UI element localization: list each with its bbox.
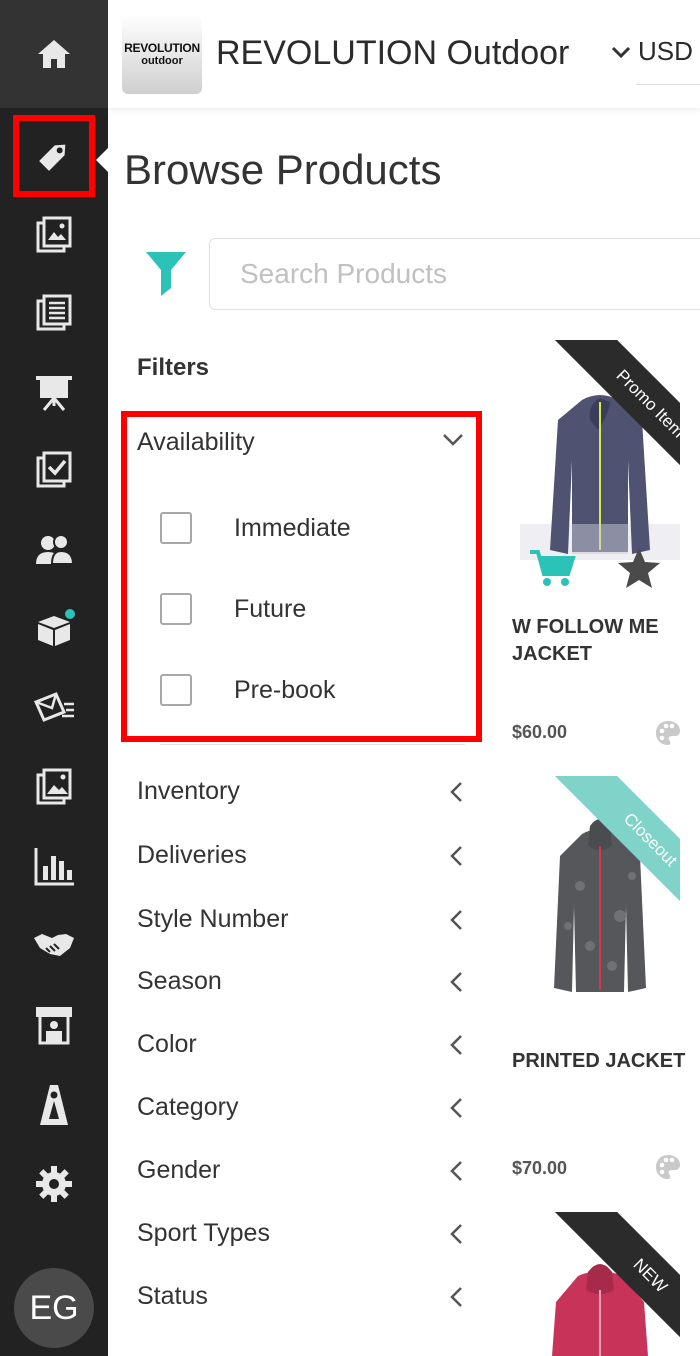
filter-label: Inventory <box>137 777 240 805</box>
ribbon-container: Closeout <box>520 776 680 936</box>
filter-divider <box>160 744 465 745</box>
currency-underline <box>636 84 700 85</box>
checkbox-future-label[interactable]: Future <box>234 595 306 624</box>
home-icon <box>38 40 70 68</box>
mail-icon <box>33 692 74 722</box>
filter-label: Status <box>137 1282 208 1310</box>
checkbox-pre-book[interactable] <box>160 674 192 706</box>
filter-status[interactable]: Status <box>137 1278 467 1318</box>
sidebar-item-orders[interactable] <box>0 440 108 500</box>
chevron-left-icon <box>450 782 462 802</box>
filter-label: Color <box>137 1030 197 1058</box>
chevron-left-icon <box>450 910 462 930</box>
notification-dot <box>65 609 75 619</box>
sidebar-item-home[interactable] <box>0 0 108 108</box>
chevron-left-icon <box>450 1287 462 1307</box>
checkbox-immediate[interactable] <box>160 512 192 544</box>
brand-name[interactable]: REVOLUTION Outdoor <box>216 34 569 73</box>
filters-heading: Filters <box>137 354 210 381</box>
presentation-icon <box>36 376 72 411</box>
chevron-left-icon <box>450 1161 462 1181</box>
add-to-cart-icon[interactable] <box>528 548 576 588</box>
favorite-star-icon[interactable] <box>616 546 662 590</box>
filter-label: Gender <box>137 1156 221 1184</box>
product-price: $70.00 <box>512 1158 568 1178</box>
sidebar-item-customers[interactable] <box>0 520 108 580</box>
filter-color[interactable]: Color <box>137 1026 467 1066</box>
chevron-down-icon[interactable] <box>610 44 632 60</box>
filter-season[interactable]: Season <box>137 963 467 1003</box>
filter-inventory[interactable]: Inventory <box>137 773 467 813</box>
sidebar-item-messages[interactable] <box>0 678 108 738</box>
palette-icon[interactable] <box>654 1153 682 1181</box>
user-avatar[interactable]: EG <box>14 1268 94 1348</box>
ribbon-new: NEW <box>549 1212 680 1356</box>
page-title: Browse Products <box>124 146 442 193</box>
filter-label: Style Number <box>137 905 289 933</box>
checkbox-pre-book-label[interactable]: Pre-book <box>234 676 335 705</box>
product-name[interactable]: PRINTED JACKET <box>512 1048 692 1075</box>
app-root: EG REVOLUTION outdoor REVOLUTION Outdoor… <box>0 0 700 1356</box>
checkbox-immediate-label[interactable]: Immediate <box>234 514 351 543</box>
palette-icon[interactable] <box>654 719 682 747</box>
filter-gender[interactable]: Gender <box>137 1152 467 1192</box>
list-icon <box>36 294 72 331</box>
gear-icon <box>36 1166 72 1202</box>
chevron-left-icon <box>450 1224 462 1244</box>
product-card[interactable]: Promo Item W FOLLOW ME JACKET $60.00 <box>500 340 700 770</box>
box-icon <box>38 609 75 646</box>
chart-icon <box>34 848 74 886</box>
filter-category[interactable]: Category <box>137 1089 467 1129</box>
filter-availability-label[interactable]: Availability <box>137 428 255 457</box>
chevron-down-icon[interactable] <box>441 432 465 448</box>
sidebar-item-reports[interactable] <box>0 836 108 896</box>
sidebar-item-catalogs[interactable] <box>0 205 108 265</box>
product-price: $60.00 <box>512 722 568 742</box>
filter-deliveries[interactable]: Deliveries <box>137 837 467 877</box>
filter-label: Category <box>137 1093 239 1121</box>
active-nav-caret <box>96 148 108 172</box>
search-input[interactable] <box>209 238 700 310</box>
logo-line-1: REVOLUTION <box>124 41 200 55</box>
chevron-left-icon <box>450 972 462 992</box>
ribbon-closeout: Closeout <box>549 776 680 936</box>
product-card[interactable]: NEW <box>500 1212 700 1356</box>
users-icon <box>36 534 75 565</box>
top-header: REVOLUTION outdoor REVOLUTION Outdoor US… <box>108 0 700 108</box>
sidebar-item-showroom[interactable] <box>0 995 108 1055</box>
filter-label: Season <box>137 967 222 995</box>
checkbox-future[interactable] <box>160 593 192 625</box>
sidebar: EG <box>0 0 108 1356</box>
product-card[interactable]: Closeout PRINTED JACKET $70.00 <box>500 776 700 1206</box>
images-icon <box>36 768 72 805</box>
checklist-icon <box>36 451 72 488</box>
sidebar-item-linesheets[interactable] <box>0 283 108 343</box>
logo-line-2: outdoor <box>141 55 183 67</box>
ribbon-container: Promo Item <box>520 340 680 500</box>
chevron-left-icon <box>450 846 462 866</box>
mannequin-icon <box>40 1085 68 1125</box>
sidebar-item-deals[interactable] <box>0 914 108 974</box>
filter-label: Deliveries <box>137 841 247 869</box>
ribbon-promo-item: Promo Item <box>549 340 680 500</box>
catalog-icon <box>36 216 72 253</box>
sidebar-item-settings[interactable] <box>0 1154 108 1214</box>
sidebar-item-presentations[interactable] <box>0 362 108 422</box>
brand-logo[interactable]: REVOLUTION outdoor <box>122 14 202 94</box>
currency-selector[interactable]: USD <box>638 36 693 67</box>
filter-icon[interactable] <box>146 250 186 296</box>
active-nav-highlight <box>13 115 95 197</box>
product-name[interactable]: W FOLLOW ME JACKET <box>512 614 692 668</box>
ribbon-container: NEW <box>520 1212 680 1356</box>
filter-style-number[interactable]: Style Number <box>137 901 467 941</box>
handshake-icon <box>34 934 74 956</box>
chevron-left-icon <box>450 1098 462 1118</box>
sidebar-item-looks[interactable] <box>0 1075 108 1135</box>
store-icon <box>36 1007 72 1045</box>
filter-label: Sport Types <box>137 1219 270 1247</box>
sidebar-item-shipments[interactable] <box>0 598 108 658</box>
filter-sport-types[interactable]: Sport Types <box>137 1215 467 1255</box>
sidebar-item-media[interactable] <box>0 757 108 817</box>
chevron-left-icon <box>450 1035 462 1055</box>
